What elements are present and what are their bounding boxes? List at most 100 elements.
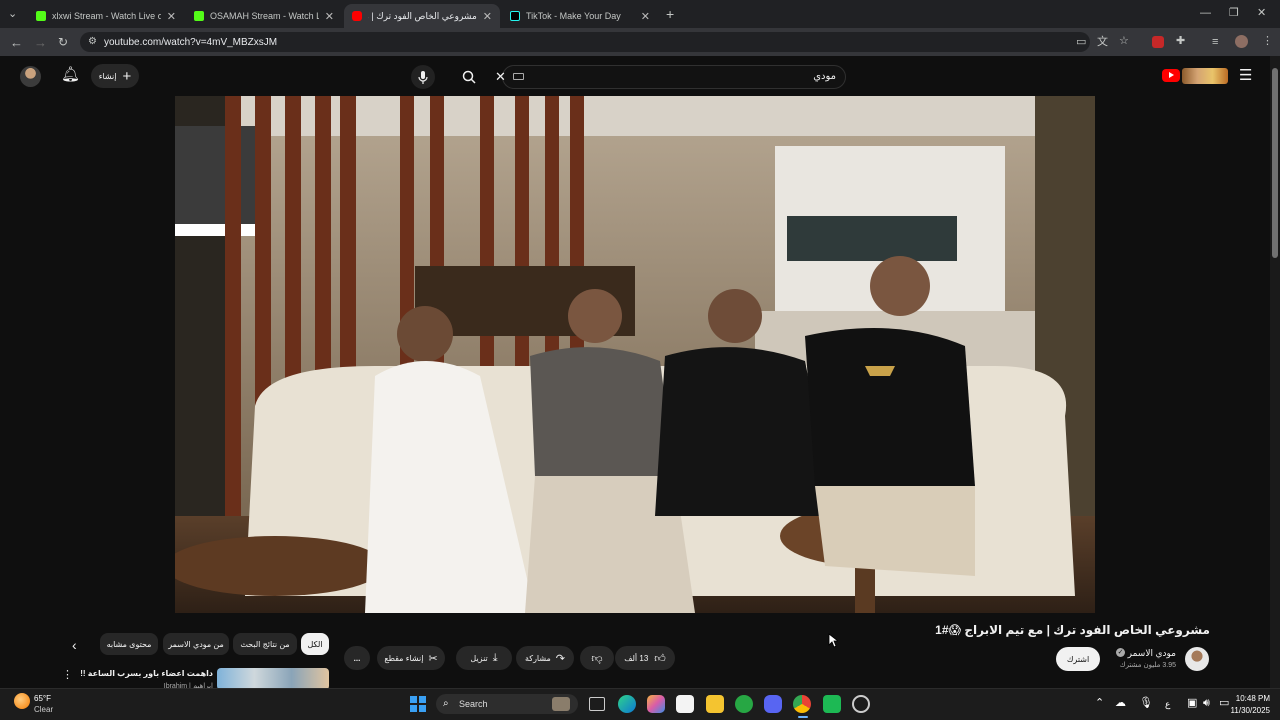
- doodle-logo-icon[interactable]: [1182, 68, 1228, 84]
- keyboard-language[interactable]: ع: [1165, 699, 1170, 710]
- chevron-left-icon[interactable]: ‹: [72, 638, 77, 652]
- taskbar-search-box[interactable]: ⌕ Search: [436, 694, 578, 714]
- edge-browser-icon[interactable]: [618, 695, 636, 713]
- channel-name[interactable]: مودي الاسمر: [1096, 648, 1176, 659]
- page-scrollbar[interactable]: [1270, 56, 1280, 688]
- clock-time[interactable]: 10:48 PM: [1222, 694, 1270, 703]
- close-icon[interactable]: ✕: [167, 10, 176, 23]
- subscriber-count: 3.95 مليون مشترك: [1119, 662, 1176, 669]
- scissors-icon: ✂: [428, 652, 438, 665]
- youtube-logo-icon[interactable]: [1162, 69, 1180, 82]
- store-icon[interactable]: [676, 695, 694, 713]
- weather-text: Clear: [34, 705, 54, 714]
- chrome-icon[interactable]: [793, 695, 811, 713]
- network-icon[interactable]: ▣: [1187, 698, 1197, 709]
- tab-title: OSAMAH Stream - Watch Live: [210, 11, 319, 21]
- search-query[interactable]: مودي: [780, 71, 836, 82]
- chip-from-channel[interactable]: من مودي الاسمر: [163, 633, 229, 655]
- like-button[interactable]: 13 ألف 👍︎: [615, 646, 675, 670]
- clear-search-icon[interactable]: ✕: [495, 70, 506, 83]
- onedrive-cloud-icon[interactable]: ☁: [1115, 698, 1126, 709]
- clip-button[interactable]: إنشاء مقطع ✂: [377, 646, 445, 670]
- dislike-button[interactable]: 👎︎: [580, 646, 614, 670]
- close-icon[interactable]: ✕: [483, 10, 492, 23]
- chip-from-search[interactable]: من نتائج البحث: [233, 633, 297, 655]
- download-icon: ⤓: [492, 651, 498, 664]
- search-icon: [462, 70, 476, 84]
- chip-all[interactable]: الكل: [301, 633, 329, 655]
- weather-icon[interactable]: [14, 693, 30, 709]
- chip-similar[interactable]: محتوى مشابه: [100, 633, 158, 655]
- related-video-thumbnail[interactable]: [217, 668, 329, 690]
- create-label: إنشاء: [98, 71, 117, 81]
- tab-tiktok[interactable]: TikTok - Make Your Day ✕: [502, 4, 658, 28]
- close-icon[interactable]: ✕: [325, 10, 334, 23]
- file-explorer-icon[interactable]: [706, 695, 724, 713]
- reading-list-icon[interactable]: ≡: [1212, 37, 1218, 48]
- address-url[interactable]: youtube.com/watch?v=4mV_MBZxsJM: [104, 37, 277, 48]
- xbox-icon[interactable]: [735, 695, 753, 713]
- tab-title: TikTok - Make Your Day: [526, 11, 621, 21]
- clock-date[interactable]: 11/30/2025: [1222, 706, 1270, 715]
- kick-logo-icon: [194, 11, 204, 21]
- hamburger-menu-icon[interactable]: ☰: [1239, 68, 1252, 83]
- share-button[interactable]: مشاركة ↷: [516, 646, 574, 670]
- task-view-icon[interactable]: [589, 697, 605, 711]
- tab-youtube-active[interactable]: مشروعي الخاص الفود ترك | مع ت ✕: [344, 4, 500, 28]
- channel-avatar[interactable]: [1185, 647, 1209, 671]
- keyboard-icon[interactable]: [513, 73, 524, 80]
- browser-menu-icon[interactable]: ⋮: [1262, 36, 1273, 47]
- search-button[interactable]: [457, 65, 481, 89]
- related-more-icon[interactable]: ⋮: [62, 670, 73, 681]
- microphone-icon: [418, 70, 428, 84]
- verified-icon: ✓: [1116, 648, 1125, 657]
- search-icon: ⌕: [443, 698, 449, 709]
- bookmark-star-icon[interactable]: ☆: [1119, 36, 1129, 47]
- reload-icon[interactable]: ↻: [58, 36, 68, 48]
- windows-taskbar: [0, 688, 1280, 720]
- forward-icon[interactable]: →: [34, 36, 47, 49]
- install-app-icon[interactable]: ▭: [1076, 37, 1086, 48]
- scrollbar-thumb[interactable]: [1272, 68, 1278, 258]
- subscribe-button[interactable]: اشترك: [1056, 647, 1100, 671]
- window-close-icon[interactable]: ✕: [1257, 8, 1266, 19]
- tab-kick-xlxwi[interactable]: xlxwi Stream - Watch Live on K ✕: [28, 4, 184, 28]
- site-info-icon[interactable]: ⚙: [88, 37, 97, 47]
- close-icon[interactable]: ✕: [641, 10, 650, 23]
- video-title: مشروعي الخاص الفود ترك | مع تيم الابراج …: [935, 623, 1210, 637]
- copilot-icon[interactable]: [647, 695, 665, 713]
- tab-kick-osamah[interactable]: OSAMAH Stream - Watch Live ✕: [186, 4, 342, 28]
- create-button[interactable]: إنشاء +: [91, 64, 139, 88]
- active-app-indicator: [798, 716, 808, 718]
- weather-temp[interactable]: 65°F: [34, 694, 51, 703]
- kick-logo-icon: [36, 11, 46, 21]
- minimize-icon[interactable]: —: [1200, 8, 1211, 19]
- extension-red-icon[interactable]: [1152, 36, 1164, 48]
- tab-title: مشروعي الخاص الفود ترك | مع ت: [368, 10, 477, 21]
- download-button[interactable]: تنزيل ⤓: [456, 646, 512, 670]
- microphone-tray-icon[interactable]: 🎙︎: [1139, 698, 1153, 709]
- volume-icon[interactable]: 🔊︎: [1203, 698, 1210, 709]
- back-icon[interactable]: ←: [10, 36, 23, 49]
- plus-icon: +: [122, 67, 132, 85]
- tab-search-icon[interactable]: ⌄: [8, 9, 17, 20]
- profile-avatar[interactable]: [1235, 35, 1248, 48]
- related-video-title[interactable]: داهمت اعضاء باور بسرب الساعة !!: [80, 669, 213, 678]
- windows-start-icon[interactable]: [410, 696, 426, 712]
- translate-icon[interactable]: 文: [1097, 37, 1108, 48]
- maximize-icon[interactable]: ❐: [1229, 8, 1239, 19]
- like-count: 13 ألف: [624, 653, 649, 663]
- more-actions-button[interactable]: ...: [344, 646, 370, 670]
- extensions-puzzle-icon[interactable]: ✚: [1176, 36, 1185, 47]
- discord-icon[interactable]: [764, 695, 782, 713]
- avatar[interactable]: [20, 66, 41, 87]
- youtube-logo-icon: [352, 11, 362, 21]
- video-player[interactable]: [175, 96, 1095, 613]
- voice-search-button[interactable]: [411, 65, 435, 89]
- thumbs-down-icon: 👎︎: [591, 652, 603, 665]
- app-green-icon[interactable]: [823, 695, 841, 713]
- chevron-up-icon[interactable]: ⌃: [1095, 698, 1104, 709]
- notifications-bell-icon[interactable]: 🔔︎: [61, 67, 80, 82]
- settings-gear-icon[interactable]: [852, 695, 870, 713]
- new-tab-button[interactable]: +: [666, 7, 674, 21]
